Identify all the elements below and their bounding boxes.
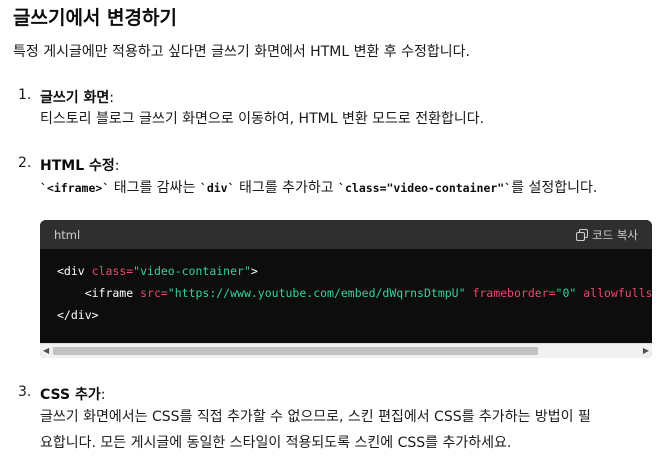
step-3-description-line-1: 글쓰기 화면에서는 CSS를 직접 추가할 수 없으므로, 스킨 편집에서 CS… xyxy=(40,409,591,425)
step-3-description-line-2: 요합니다. 모든 게시글에 동일한 스타일이 적용되도록 스킨에 CSS를 추가… xyxy=(40,435,512,451)
copy-icon xyxy=(576,228,589,241)
code-block-header: html 코드 복사 xyxy=(40,220,652,249)
step-2-title: HTML 수정: xyxy=(40,158,120,174)
copy-code-label: 코드 복사 xyxy=(592,227,638,242)
step-2-description: `<iframe>` 태그를 감싸는 `div` 태그를 추가하고 `class… xyxy=(40,180,598,196)
scrollbar-thumb[interactable] xyxy=(53,347,538,355)
section-heading: 글쓰기에서 변경하기 xyxy=(13,7,177,29)
step-1-title: 글쓰기 화면: xyxy=(40,90,114,106)
intro-text: 특정 게시글에만 적용하고 싶다면 글쓰기 화면에서 HTML 변환 후 수정합… xyxy=(13,44,470,60)
code-content: <div class="video-container"> <iframe sr… xyxy=(40,249,652,342)
copy-code-button[interactable]: 코드 복사 xyxy=(576,227,638,243)
horizontal-scrollbar[interactable]: ◀ ▶ xyxy=(40,343,652,358)
step-2-number: 2. xyxy=(18,155,32,171)
step-1-description: 티스토리 블로그 글쓰기 화면으로 이동하여, HTML 변환 모드로 전환합니… xyxy=(40,111,485,127)
code-line-1: <div class="video-container"> xyxy=(57,264,258,278)
scroll-right-icon[interactable]: ▶ xyxy=(643,346,649,355)
code-language-label: html xyxy=(54,227,81,242)
inline-code-backtick: ` xyxy=(40,181,47,195)
inline-code-class: `class="video-container"` xyxy=(338,181,512,195)
scroll-left-icon[interactable]: ◀ xyxy=(43,346,49,355)
inline-code-iframe: <iframe> xyxy=(46,181,103,195)
code-line-3: </div> xyxy=(57,308,99,322)
step-1-number: 1. xyxy=(18,87,32,103)
code-line-2: <iframe src="https://www.youtube.com/emb… xyxy=(57,286,652,300)
code-block: html 코드 복사 <div class="video-container">… xyxy=(40,220,652,358)
step-3-title: CSS 추가: xyxy=(40,387,106,403)
step-3-number: 3. xyxy=(18,384,32,400)
inline-code-div: `div` xyxy=(199,181,235,195)
